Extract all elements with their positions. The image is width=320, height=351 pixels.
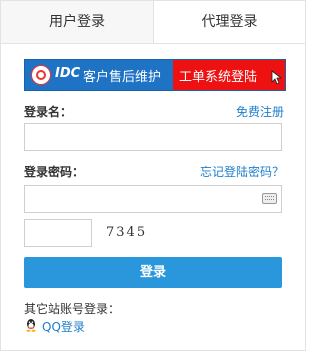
qq-penguin-icon[interactable] xyxy=(24,318,38,332)
login-button[interactable]: 登录 xyxy=(24,257,282,288)
ticket-login-link[interactable]: 工单系统登陆 xyxy=(173,60,285,90)
cursor-hand-icon xyxy=(271,70,282,85)
forgot-password-link[interactable]: 忘记登陆密码？ xyxy=(200,163,284,180)
password-label: 登录密码： xyxy=(24,165,85,179)
ticket-login-text: 工单系统登陆 xyxy=(179,70,258,85)
keyboard-icon[interactable] xyxy=(262,193,277,204)
captcha-input[interactable] xyxy=(24,219,92,247)
login-tabs: 用户登录 代理登录 xyxy=(1,1,305,44)
username-label: 登录名： xyxy=(24,105,73,119)
login-panel: 用户登录 代理登录 IDC 客户售后维护 工单系统登陆 登录名： 免费注册 登录… xyxy=(0,0,306,351)
captcha-image[interactable]: 7345 xyxy=(106,225,147,240)
ticket-system-banner[interactable]: IDC 客户售后维护 工单系统登陆 xyxy=(24,59,286,91)
banner-service-text: 客户售后维护 xyxy=(83,70,162,85)
banner-brand: IDC xyxy=(55,66,81,81)
qq-login-link[interactable]: QQ登录 xyxy=(42,318,85,335)
tab-user-login[interactable]: 用户登录 xyxy=(1,1,154,43)
hl-logo-icon xyxy=(31,65,51,85)
other-login-title: 其它站账号登录： xyxy=(24,302,121,316)
password-input[interactable] xyxy=(24,185,282,213)
username-input[interactable] xyxy=(24,123,282,151)
tab-agent-login[interactable]: 代理登录 xyxy=(154,1,305,43)
register-link[interactable]: 免费注册 xyxy=(236,103,284,120)
